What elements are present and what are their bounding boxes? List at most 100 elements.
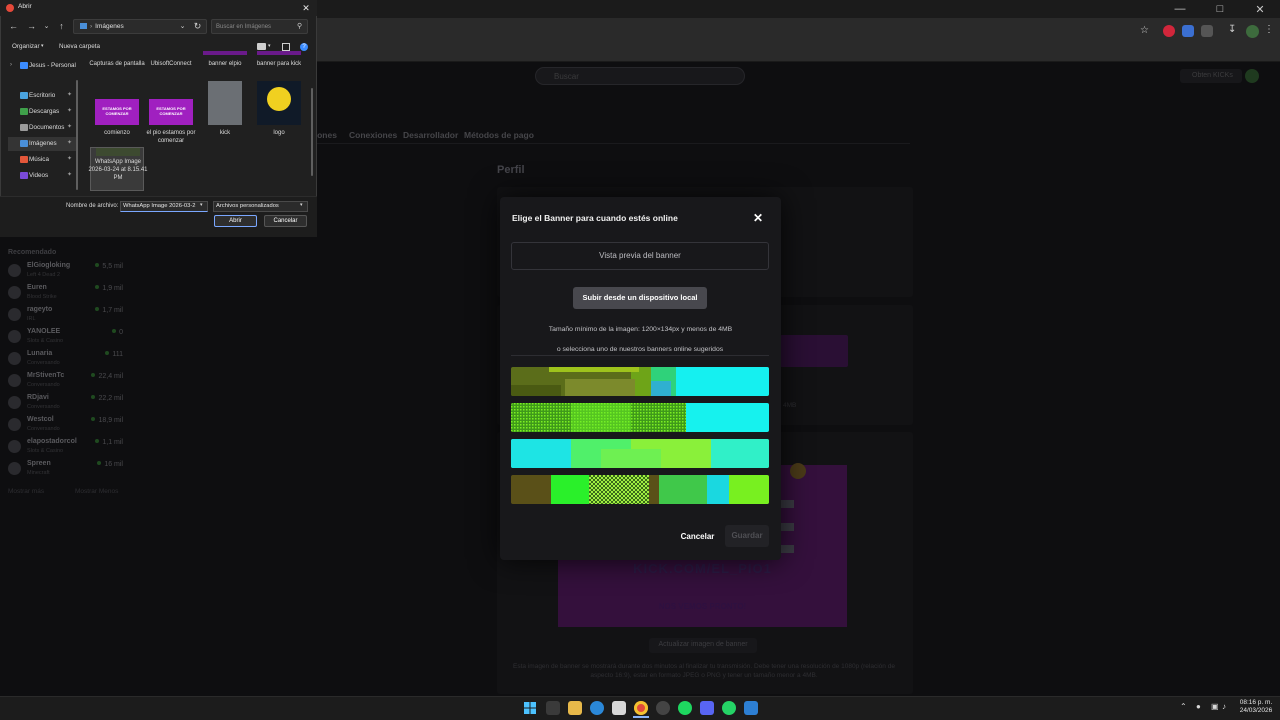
clock-date[interactable]: 24/03/2026 bbox=[1237, 707, 1275, 714]
tab-payment-methods[interactable]: Métodos de pago bbox=[464, 130, 534, 140]
spotify-icon[interactable] bbox=[678, 701, 692, 715]
minimize-button[interactable]: — bbox=[1160, 0, 1200, 18]
translate-extension-icon[interactable] bbox=[1182, 25, 1194, 37]
suggested-banner-4[interactable] bbox=[511, 475, 769, 504]
file-grid-scrollbar[interactable] bbox=[311, 88, 313, 176]
suggested-banner-1[interactable] bbox=[511, 367, 769, 396]
sidebar-item-label: Documentos bbox=[29, 124, 65, 131]
recommended-channel[interactable]: ElGiogloking Left 4 Dead 2 5,5 mil bbox=[8, 262, 123, 282]
refresh-icon[interactable]: ↻ bbox=[191, 20, 204, 33]
sidebar-item-download[interactable]: Descargas ✦ bbox=[8, 105, 76, 119]
volume-icon[interactable]: ♪ bbox=[1222, 702, 1226, 711]
puzzle-icon[interactable] bbox=[1201, 25, 1213, 37]
dialog-cancel-button[interactable]: Cancelar bbox=[264, 215, 307, 227]
chevron-down-icon[interactable]: ▾ bbox=[300, 202, 303, 208]
menu-icon[interactable]: ⋮ bbox=[1264, 24, 1274, 38]
recommended-channel[interactable]: RDjavi Conversando 22,2 mil bbox=[8, 394, 123, 414]
address-dropdown-icon[interactable]: ⌄ bbox=[176, 20, 189, 33]
github-icon[interactable] bbox=[656, 701, 670, 715]
chevron-down-icon[interactable]: ▾ bbox=[200, 202, 203, 208]
edge-icon[interactable] bbox=[590, 701, 604, 715]
sidebar-scrollbar[interactable] bbox=[76, 80, 78, 190]
dialog-close-icon[interactable]: ✕ bbox=[296, 0, 316, 16]
recommended-title: Recomendado bbox=[8, 249, 57, 256]
avatar bbox=[8, 396, 21, 409]
file-thumbnail bbox=[257, 51, 301, 55]
help-icon[interactable]: ? bbox=[300, 43, 308, 51]
view-icon[interactable] bbox=[257, 43, 266, 50]
recommended-channel[interactable]: Westcol Conversando 18,9 mil bbox=[8, 416, 123, 436]
close-icon[interactable]: ✕ bbox=[751, 211, 765, 225]
recommended-channel[interactable]: rageyto IRL 1,7 mil bbox=[8, 306, 123, 326]
up-arrow-icon[interactable]: ↑ bbox=[55, 20, 68, 33]
chevron-down-icon[interactable]: ⌄ bbox=[40, 20, 53, 33]
organize-menu[interactable]: Organizar bbox=[12, 43, 40, 50]
page-search-input[interactable]: Buscar bbox=[535, 67, 745, 85]
window-close-button[interactable]: ✕ bbox=[1240, 0, 1280, 18]
discord-icon[interactable] bbox=[700, 701, 714, 715]
file-item[interactable]: logo bbox=[252, 81, 306, 139]
profile-avatar-icon[interactable] bbox=[1246, 25, 1259, 38]
preview-pane-icon[interactable] bbox=[282, 43, 290, 51]
microphone-icon[interactable]: ● bbox=[1196, 702, 1201, 711]
file-label: logo bbox=[273, 130, 285, 136]
tab-developer[interactable]: Desarrollador bbox=[403, 130, 458, 140]
file-item[interactable]: banner elpio bbox=[198, 51, 252, 70]
forward-arrow-icon[interactable]: → bbox=[25, 20, 38, 33]
file-label: kick bbox=[219, 130, 231, 136]
file-item[interactable]: Capturas de pantalla bbox=[89, 51, 144, 78]
sidebar-item-document[interactable]: Documentos ✦ bbox=[8, 121, 76, 135]
clock-time[interactable]: 08:16 p. m. bbox=[1237, 699, 1275, 706]
file-type-select[interactable]: Archivos personalizados bbox=[213, 201, 308, 212]
sidebar-item-cloud[interactable]: Jesus - Personal › bbox=[8, 59, 76, 73]
file-item[interactable]: ESTAMOS POR COMENZAR el pio estamos por c… bbox=[144, 99, 198, 147]
suggested-banner-2[interactable] bbox=[511, 403, 769, 432]
tab-connections[interactable]: Conexiones bbox=[349, 130, 397, 140]
recommended-channel[interactable]: Spreen Minecraft 16 mil bbox=[8, 460, 123, 480]
pin-icon: ✦ bbox=[66, 156, 72, 162]
sidebar-item-label: Escritorio bbox=[29, 92, 56, 99]
sidebar-item-music[interactable]: Música ✦ bbox=[8, 153, 76, 167]
sidebar-item-desktop[interactable]: Escritorio ✦ bbox=[8, 89, 76, 103]
open-button[interactable]: Abrir bbox=[214, 215, 257, 227]
file-item[interactable]: WhatsApp Image 2026-03-24 at 8.15.41 PM bbox=[88, 147, 148, 191]
file-item[interactable]: banner para kick bbox=[252, 51, 306, 70]
modal-cancel-button[interactable]: Cancelar bbox=[675, 529, 720, 544]
recommended-channel[interactable]: Euren Blood Strike 1,9 mil bbox=[8, 284, 123, 304]
show-more-link[interactable]: Mostrar más bbox=[8, 488, 44, 495]
dialog-search-input[interactable]: Buscar en Imágenes bbox=[211, 19, 308, 34]
file-item[interactable]: ESTAMOS POR COMENZAR comienzo bbox=[90, 99, 144, 139]
get-kicks-button[interactable]: Obten KICKs bbox=[1180, 69, 1242, 83]
network-icon[interactable]: ▣ bbox=[1211, 702, 1219, 711]
file-item[interactable]: UbisoftConnect bbox=[144, 51, 198, 70]
user-avatar[interactable] bbox=[1245, 69, 1259, 83]
show-less-link[interactable]: Mostrar Menos bbox=[75, 488, 118, 495]
start-icon[interactable] bbox=[523, 701, 537, 715]
sidebar-item-video[interactable]: Videos ✦ bbox=[8, 169, 76, 183]
maximize-button[interactable]: □ bbox=[1200, 0, 1240, 18]
downloads-icon[interactable]: ↧ bbox=[1228, 24, 1240, 38]
file-explorer-icon[interactable] bbox=[568, 701, 582, 715]
modal-save-button[interactable]: Guardar bbox=[725, 525, 769, 547]
app-icon[interactable] bbox=[744, 701, 758, 715]
recommended-channel[interactable]: elapostadorcol Slots & Casino 1,1 mil bbox=[8, 438, 123, 458]
expand-chevron-icon: › bbox=[10, 62, 12, 68]
recommended-channel[interactable]: MrStivenTc Conversando 22,4 mil bbox=[8, 372, 123, 392]
sidebar-item-pictures[interactable]: Imágenes ✦ bbox=[8, 137, 76, 151]
task-view-icon[interactable] bbox=[546, 701, 560, 715]
back-arrow-icon[interactable]: ← bbox=[7, 20, 20, 33]
recommended-channel[interactable]: YANOLEE Slots & Casino 0 bbox=[8, 328, 123, 348]
file-item[interactable]: kick bbox=[198, 81, 252, 139]
recommended-channel[interactable]: Lunaria Conversando 111 bbox=[8, 350, 123, 370]
chrome-icon[interactable] bbox=[634, 701, 648, 715]
suggested-banner-3[interactable] bbox=[511, 439, 769, 468]
upload-local-button[interactable]: Subir desde un dispositivo local bbox=[573, 287, 707, 309]
update-banner-button[interactable]: Actualizar imagen de banner bbox=[649, 638, 757, 653]
new-folder-button[interactable]: Nueva carpeta bbox=[59, 43, 100, 50]
tray-chevron-icon[interactable]: ⌃ bbox=[1180, 702, 1187, 711]
store-icon[interactable] bbox=[612, 701, 626, 715]
star-icon[interactable]: ☆ bbox=[1140, 25, 1152, 37]
extension-icon[interactable] bbox=[1163, 25, 1175, 37]
whatsapp-icon[interactable] bbox=[722, 701, 736, 715]
filename-input[interactable]: WhatsApp Image 2026-03-2 bbox=[120, 201, 208, 212]
